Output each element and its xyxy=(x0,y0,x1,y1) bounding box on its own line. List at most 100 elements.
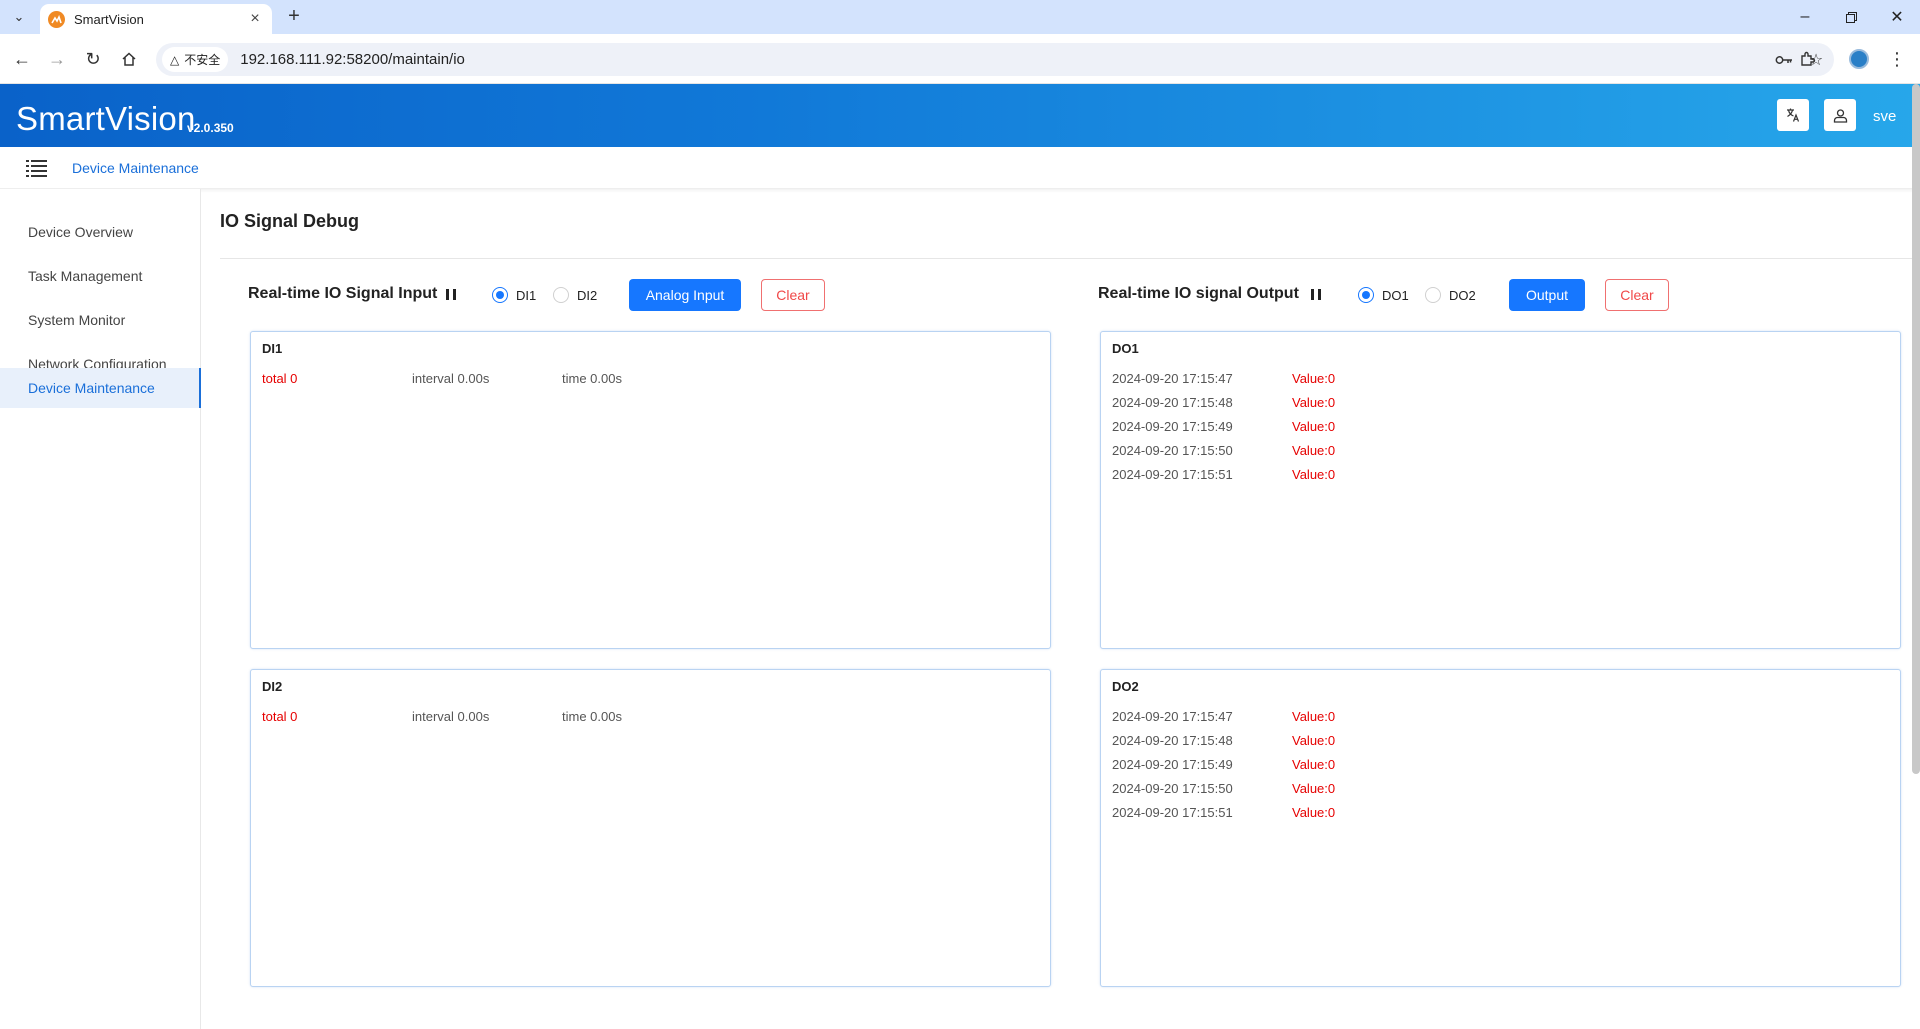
time-value: time 0.00s xyxy=(562,371,622,386)
list-item: 2024-09-20 17:15:51 Value:0 xyxy=(1112,805,1512,825)
list-item: 2024-09-20 17:15:47 Value:0 xyxy=(1112,371,1512,391)
log-value: Value:0 xyxy=(1292,709,1336,724)
tab-search-chevron-icon[interactable]: ⌄ xyxy=(8,6,30,28)
log-timestamp: 2024-09-20 17:15:47 xyxy=(1112,371,1233,386)
browser-tab-bar: ⌄ SmartVision × + – ✕ xyxy=(0,0,1920,34)
minimize-icon[interactable]: – xyxy=(1782,0,1828,34)
list-item: 2024-09-20 17:15:48 Value:0 xyxy=(1112,733,1512,753)
panel-title: DO2 xyxy=(1112,679,1139,694)
output-button[interactable]: Output xyxy=(1509,279,1585,311)
url-text[interactable]: 192.168.111.92:58200/maintain/io xyxy=(240,51,1770,68)
tab-close-icon[interactable]: × xyxy=(246,10,264,28)
user-account-icon[interactable] xyxy=(1824,99,1856,131)
list-item: 2024-09-20 17:15:49 Value:0 xyxy=(1112,419,1512,439)
log-timestamp: 2024-09-20 17:15:47 xyxy=(1112,709,1233,724)
radio-selected-icon xyxy=(492,287,508,303)
menu-list-icon[interactable] xyxy=(26,159,48,177)
output-clear-button[interactable]: Clear xyxy=(1605,279,1669,311)
profile-avatar-icon[interactable] xyxy=(1846,46,1872,72)
list-item: 2024-09-20 17:15:49 Value:0 xyxy=(1112,757,1512,777)
output-pause-icon[interactable] xyxy=(1311,289,1321,301)
page-scrollbar[interactable] xyxy=(1912,84,1920,774)
log-timestamp: 2024-09-20 17:15:48 xyxy=(1112,733,1233,748)
app-version: v2.0.350 xyxy=(187,121,234,135)
language-translate-icon[interactable] xyxy=(1777,99,1809,131)
tab-title: SmartVision xyxy=(74,11,144,27)
do1-panel: DO1 2024-09-20 17:15:47 Value:0 2024-09-… xyxy=(1100,331,1901,649)
time-value: time 0.00s xyxy=(562,709,622,724)
sidebar-item-device-overview[interactable]: Device Overview xyxy=(0,212,201,252)
log-value: Value:0 xyxy=(1292,805,1336,820)
total-count: total 0 xyxy=(262,371,298,386)
smartvision-favicon-icon xyxy=(48,10,65,28)
log-timestamp: 2024-09-20 17:15:48 xyxy=(1112,395,1233,410)
output-section-title: Real-time IO signal Output xyxy=(1098,285,1299,302)
warning-triangle-icon: △ xyxy=(170,52,180,67)
radio-do2[interactable]: DO2 xyxy=(1425,287,1476,303)
close-window-icon[interactable]: ✕ xyxy=(1874,0,1920,34)
password-key-icon[interactable] xyxy=(1770,46,1798,74)
log-timestamp: 2024-09-20 17:15:51 xyxy=(1112,467,1233,482)
radio-do2-label: DO2 xyxy=(1449,287,1476,303)
di1-panel: DI1 total 0 interval 0.00s time 0.00s xyxy=(250,331,1051,649)
log-value: Value:0 xyxy=(1292,467,1336,482)
panel-title: DO1 xyxy=(1112,341,1139,356)
app-brand: SmartVision xyxy=(16,100,196,137)
forward-arrow-icon[interactable]: → xyxy=(44,46,70,72)
new-tab-plus-icon[interactable]: + xyxy=(282,5,306,29)
radio-do1-label: DO1 xyxy=(1382,287,1409,303)
interval-value: interval 0.00s xyxy=(412,709,490,724)
home-icon[interactable] xyxy=(116,46,142,72)
sidebar-item-system-monitor[interactable]: System Monitor xyxy=(0,300,201,340)
list-item: 2024-09-20 17:15:48 Value:0 xyxy=(1112,395,1512,415)
breadcrumb[interactable]: Device Maintenance xyxy=(72,160,199,176)
input-clear-button[interactable]: Clear xyxy=(761,279,825,311)
restore-icon[interactable] xyxy=(1828,0,1874,34)
sidebar-item-device-maintenance[interactable]: Device Maintenance xyxy=(0,368,201,408)
panel-title: DI2 xyxy=(262,679,283,694)
log-value: Value:0 xyxy=(1292,443,1336,458)
reload-icon[interactable]: ↻ xyxy=(80,46,106,72)
panel-title: DI1 xyxy=(262,341,283,356)
address-bar[interactable]: △ 不安全 192.168.111.92:58200/maintain/io ☆ xyxy=(156,43,1834,76)
extensions-puzzle-icon[interactable] xyxy=(1795,46,1821,72)
log-timestamp: 2024-09-20 17:15:51 xyxy=(1112,805,1233,820)
log-timestamp: 2024-09-20 17:15:50 xyxy=(1112,781,1233,796)
list-item: 2024-09-20 17:15:50 Value:0 xyxy=(1112,443,1512,463)
list-item: 2024-09-20 17:15:47 Value:0 xyxy=(1112,709,1512,729)
log-timestamp: 2024-09-20 17:15:50 xyxy=(1112,443,1233,458)
total-count: total 0 xyxy=(262,709,298,724)
di2-panel: DI2 total 0 interval 0.00s time 0.00s xyxy=(250,669,1051,987)
security-indicator[interactable]: △ 不安全 xyxy=(162,47,229,72)
interval-value: interval 0.00s xyxy=(412,371,490,386)
radio-di1[interactable]: DI1 xyxy=(492,287,536,303)
browser-tab[interactable]: SmartVision × xyxy=(40,4,272,34)
security-label: 不安全 xyxy=(184,53,221,67)
log-timestamp: 2024-09-20 17:15:49 xyxy=(1112,757,1233,772)
analog-input-button[interactable]: Analog Input xyxy=(629,279,741,311)
radio-selected-icon xyxy=(1358,287,1374,303)
breadcrumb-bar: Device Maintenance xyxy=(0,147,1920,189)
log-value: Value:0 xyxy=(1292,395,1336,410)
app-header: SmartVision v2.0.350 sve xyxy=(0,84,1920,147)
input-pause-icon[interactable] xyxy=(446,289,456,301)
log-value: Value:0 xyxy=(1292,781,1336,796)
radio-di2[interactable]: DI2 xyxy=(553,287,597,303)
radio-unselected-icon xyxy=(1425,287,1441,303)
sidebar: Device Overview Task Management System M… xyxy=(0,189,201,1029)
radio-unselected-icon xyxy=(553,287,569,303)
page-title: IO Signal Debug xyxy=(220,211,360,231)
list-item: 2024-09-20 17:15:51 Value:0 xyxy=(1112,467,1512,487)
log-value: Value:0 xyxy=(1292,419,1336,434)
log-value: Value:0 xyxy=(1292,733,1336,748)
browser-menu-kebab-icon[interactable]: ⋮ xyxy=(1884,46,1910,72)
radio-do1[interactable]: DO1 xyxy=(1358,287,1409,303)
username-label[interactable]: sve xyxy=(1873,108,1896,125)
radio-di1-label: DI1 xyxy=(516,287,537,303)
sidebar-item-task-management[interactable]: Task Management xyxy=(0,256,201,296)
list-item: 2024-09-20 17:15:50 Value:0 xyxy=(1112,781,1512,801)
browser-toolbar: ← → ↻ △ 不安全 192.168.111.92:58200/maintai… xyxy=(0,34,1920,84)
back-arrow-icon[interactable]: ← xyxy=(9,46,35,72)
title-divider xyxy=(220,258,1920,259)
do2-panel: DO2 2024-09-20 17:15:47 Value:0 2024-09-… xyxy=(1100,669,1901,987)
